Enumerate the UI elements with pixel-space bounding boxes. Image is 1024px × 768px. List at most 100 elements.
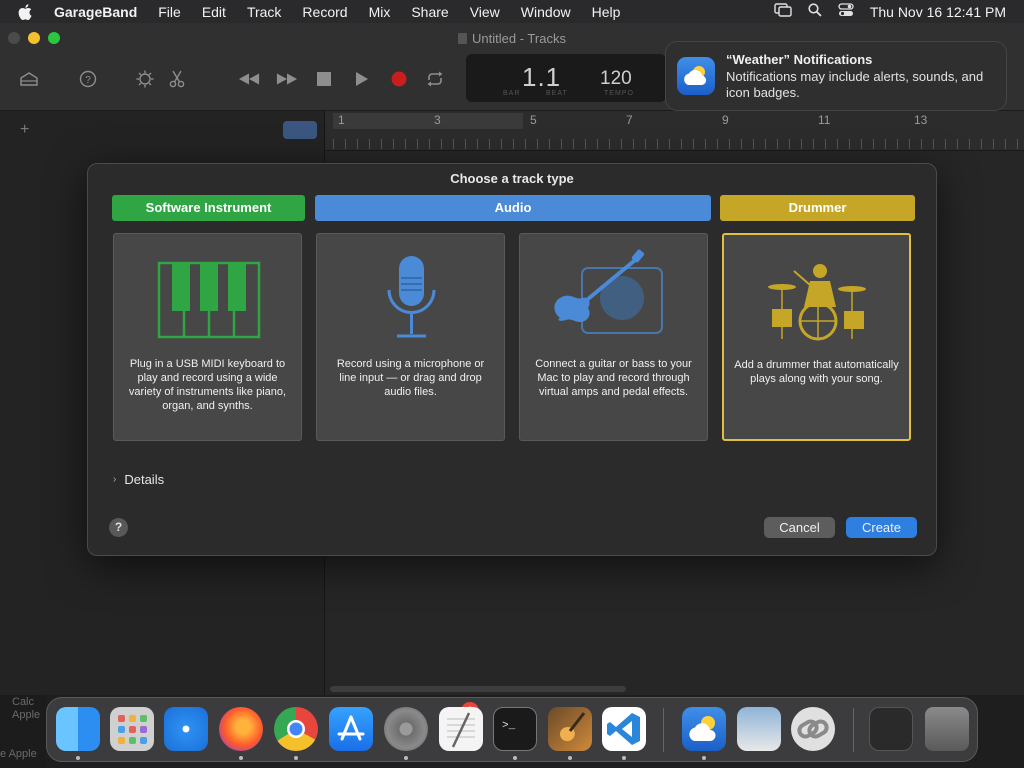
editors-scissors-icon[interactable] — [166, 68, 188, 90]
weather-dock-icon[interactable] — [682, 707, 726, 751]
app-store-icon[interactable] — [329, 707, 373, 751]
menu-bar: GarageBand File Edit Track Record Mix Sh… — [0, 0, 1024, 23]
document-icon — [458, 33, 468, 44]
screen-mirror-icon[interactable] — [774, 3, 792, 20]
vscode-icon[interactable] — [602, 707, 646, 751]
smart-controls-icon[interactable] — [134, 68, 156, 90]
trash-icon[interactable] — [925, 707, 969, 751]
category-audio[interactable]: Audio — [315, 195, 711, 221]
category-drummer[interactable]: Drummer — [720, 195, 915, 221]
safari-icon[interactable] — [164, 707, 208, 751]
quick-help-icon[interactable]: ? — [77, 68, 99, 90]
smart-tempo-button[interactable] — [283, 121, 317, 139]
card-guitar-bass-desc: Connect a guitar or bass to your Mac to … — [535, 358, 692, 398]
library-icon[interactable] — [18, 68, 40, 90]
ruler-bar-13: 13 — [914, 113, 928, 127]
add-track-button[interactable]: + — [20, 121, 29, 139]
ruler-ticks — [333, 139, 1024, 149]
link-app-icon[interactable] — [791, 707, 835, 751]
fast-forward-icon[interactable] — [276, 68, 298, 90]
lcd-bar-label: BAR — [503, 90, 521, 97]
chrome-running-dot — [294, 756, 298, 760]
microphone-icon — [387, 256, 436, 338]
record-icon[interactable] — [388, 68, 410, 90]
preview-icon[interactable] — [737, 707, 781, 751]
menu-record[interactable]: Record — [302, 4, 347, 20]
spotlight-search-icon[interactable] — [808, 3, 822, 20]
cancel-button[interactable]: Cancel — [764, 517, 835, 538]
drummer-icon — [768, 264, 866, 341]
menu-help[interactable]: Help — [592, 4, 621, 20]
chevron-right-icon: › — [113, 474, 117, 485]
menu-app-name[interactable]: GarageBand — [54, 4, 137, 20]
vscode-running-dot — [622, 756, 626, 760]
play-icon[interactable] — [351, 68, 373, 90]
menu-file[interactable]: File — [158, 4, 181, 20]
menu-track[interactable]: Track — [247, 4, 281, 20]
dock-separator-2 — [853, 708, 854, 752]
weather-app-icon — [677, 57, 715, 95]
ruler-bar-9: 9 — [722, 113, 729, 127]
card-microphone[interactable]: Record using a microphone or line input … — [316, 233, 505, 441]
menubar-clock[interactable]: Thu Nov 16 12:41 PM — [870, 4, 1006, 20]
card-guitar-bass[interactable]: Connect a guitar or bass to your Mac to … — [519, 233, 708, 441]
launchpad-icon[interactable] — [110, 707, 154, 751]
dialog-title: Choose a track type — [450, 171, 574, 186]
menu-mix[interactable]: Mix — [369, 4, 391, 20]
weather-running-dot — [702, 756, 706, 760]
control-center-icon[interactable] — [838, 3, 854, 20]
ruler-bar-3: 3 — [434, 113, 441, 127]
lcd-beat-label: BEAT — [546, 90, 568, 97]
svg-text:?: ? — [85, 75, 91, 86]
firefox-running-dot — [239, 756, 243, 760]
garageband-icon[interactable] — [548, 707, 592, 751]
lcd-tempo: 120 — [600, 68, 632, 89]
settings-running-dot — [404, 756, 408, 760]
rewind-icon[interactable] — [238, 68, 260, 90]
notification-title: “Weather” Notifications — [726, 52, 873, 67]
chrome-icon[interactable] — [274, 707, 318, 751]
weather-notification[interactable]: “Weather” Notifications Notifications ma… — [665, 41, 1007, 111]
menu-share[interactable]: Share — [411, 4, 448, 20]
peek-text-1: Calc — [12, 696, 35, 708]
background-window-peek: Calc Apple e Apple — [0, 695, 46, 768]
finder-running-dot — [76, 756, 80, 760]
menu-edit[interactable]: Edit — [202, 4, 226, 20]
details-label: Details — [124, 472, 165, 487]
finder-icon[interactable] — [56, 707, 100, 751]
dock-separator-1 — [663, 708, 664, 752]
downloads-stack-icon[interactable] — [869, 707, 913, 751]
menu-window[interactable]: Window — [521, 4, 571, 20]
peek-text-3: e Apple — [0, 748, 37, 760]
notification-body: Notifications may include alerts, sounds… — [726, 69, 984, 100]
window-title-text: Untitled - Tracks — [472, 31, 566, 46]
cycle-region[interactable] — [333, 113, 523, 129]
terminal-icon[interactable]: >_ — [493, 707, 537, 751]
menu-view[interactable]: View — [470, 4, 500, 20]
guitar-amp-icon — [554, 249, 663, 334]
system-settings-icon[interactable] — [384, 707, 428, 751]
ruler-bar-5: 5 — [530, 113, 537, 127]
card-software-instrument-desc: Plug in a USB MIDI keyboard to play and … — [128, 358, 287, 412]
category-software-instrument[interactable]: Software Instrument — [112, 195, 305, 221]
firefox-icon[interactable] — [219, 707, 263, 751]
cycle-icon[interactable] — [424, 68, 446, 90]
lcd-position: 1.1 — [522, 62, 562, 92]
peek-text-2: Apple — [12, 709, 41, 721]
help-button[interactable]: ? — [109, 518, 128, 537]
dock: 1 >_ — [46, 697, 978, 762]
timeline-ruler[interactable]: 1 3 5 7 9 11 13 — [325, 111, 1024, 151]
card-software-instrument[interactable]: Plug in a USB MIDI keyboard to play and … — [113, 233, 302, 441]
details-disclosure[interactable]: › Details — [113, 472, 164, 487]
svg-text:>_: >_ — [502, 720, 516, 732]
stop-icon[interactable] — [313, 68, 335, 90]
create-button[interactable]: Create — [846, 517, 917, 538]
lcd-display[interactable]: 1.1 120 BAR BEAT TEMPO — [466, 54, 666, 102]
horizontal-scrollbar[interactable] — [330, 686, 626, 692]
lcd-tempo-label: TEMPO — [604, 90, 634, 97]
apple-menu-icon[interactable] — [18, 3, 40, 20]
card-drummer[interactable]: Add a drummer that automatically plays a… — [722, 233, 911, 441]
piano-keyboard-icon — [157, 261, 261, 339]
textedit-icon[interactable] — [439, 707, 483, 751]
card-drummer-desc: Add a drummer that automatically plays a… — [734, 359, 899, 385]
